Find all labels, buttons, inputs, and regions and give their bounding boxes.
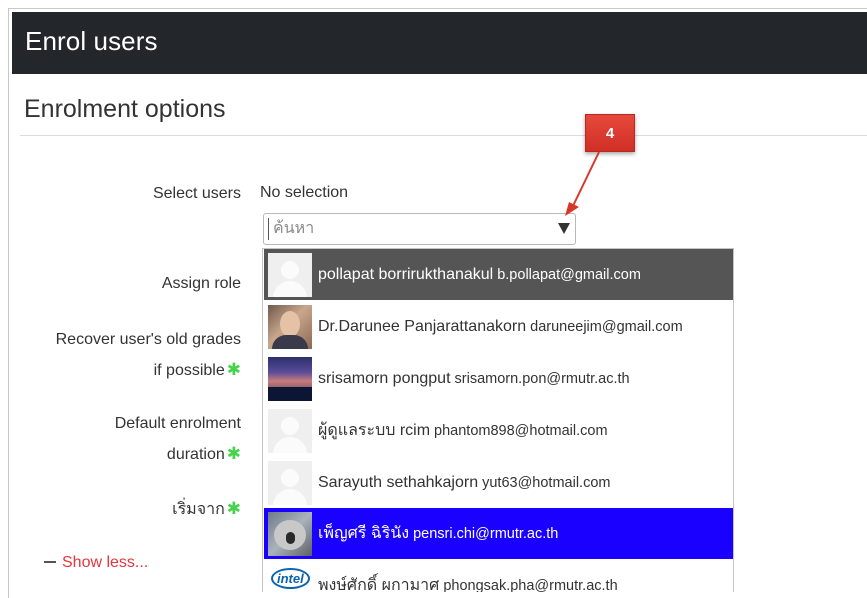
- user-option-email: pensri.chi@rmutr.ac.th: [413, 525, 559, 542]
- recover-grades-label: Recover user's old grades: [56, 327, 241, 353]
- default-duration-label-line2: duration: [166, 446, 225, 463]
- user-option-email: yut63@hotmail.com: [482, 474, 611, 491]
- default-avatar-icon: [268, 252, 312, 297]
- recover-grades-label-2: if possible ✱: [154, 357, 241, 384]
- required-icon: ✱: [226, 360, 241, 379]
- user-option-email: b.pollapat@gmail.com: [497, 266, 641, 283]
- user-option-email: phongsak.pha@rmutr.ac.th: [443, 577, 618, 593]
- user-option[interactable]: Dr.Darunee Panjarattanakorn daruneejim@g…: [264, 301, 733, 352]
- collapse-dash-icon: [44, 560, 56, 563]
- user-option-email: srisamorn.pon@rmutr.ac.th: [454, 370, 630, 387]
- default-avatar-icon: [268, 408, 312, 453]
- start-from-label: เริ่มจาก ✱: [172, 496, 241, 523]
- recover-grades-label-line2: if possible: [153, 362, 225, 379]
- default-avatar-icon: [268, 460, 312, 505]
- required-icon: ✱: [226, 499, 241, 518]
- user-option[interactable]: srisamorn pongput srisamorn.pon@rmutr.ac…: [264, 353, 733, 404]
- user-option-email: phantom898@hotmail.com: [434, 422, 608, 439]
- default-duration-label-2: duration ✱: [167, 441, 241, 468]
- user-option-name: พงษ์ศักดิ์ ผกามาศ: [318, 577, 440, 592]
- section-divider: [20, 135, 867, 136]
- user-option[interactable]: พงษ์ศักดิ์ ผกามาศ phongsak.pha@rmutr.ac.…: [264, 560, 733, 592]
- show-less-text: Show less...: [62, 554, 149, 571]
- user-photo-avatar: [268, 563, 312, 592]
- user-option-name: pollapat borrirukthanakul: [318, 265, 494, 283]
- default-duration-label-line1: Default enrolment: [114, 415, 241, 432]
- caret-down-icon[interactable]: [558, 223, 570, 234]
- user-option-name: Dr.Darunee Panjarattanakorn: [318, 317, 527, 335]
- show-less-link[interactable]: Show less...: [44, 554, 148, 572]
- callout-arrow-icon: [565, 151, 600, 216]
- user-option[interactable]: ผู้ดูแลระบบ rcim phantom898@hotmail.com: [264, 405, 733, 456]
- user-option[interactable]: Sarayuth sethahkajorn yut63@hotmail.com: [264, 457, 733, 508]
- step-callout-badge: 4: [585, 114, 635, 152]
- page-title: Enrol users: [25, 26, 158, 56]
- default-duration-label: Default enrolment: [115, 411, 241, 437]
- user-option-name: srisamorn pongput: [318, 369, 451, 387]
- user-option-email: daruneejim@gmail.com: [530, 318, 683, 335]
- user-option-name: Sarayuth sethahkajorn: [318, 473, 479, 491]
- section-title: Enrolment options: [24, 95, 226, 123]
- user-search-input[interactable]: [268, 218, 543, 240]
- user-option-name: ผู้ดูแลระบบ rcim: [318, 422, 431, 439]
- recover-grades-label-line1: Recover user's old grades: [55, 331, 241, 348]
- assign-role-label: Assign role: [161, 275, 241, 292]
- user-option[interactable]: pollapat borrirukthanakul b.pollapat@gma…: [264, 249, 733, 300]
- required-icon: ✱: [226, 444, 241, 463]
- user-photo-avatar: [268, 511, 312, 556]
- user-search-combobox[interactable]: [263, 213, 576, 245]
- user-photo-avatar: [268, 304, 312, 349]
- page-header: Enrol users: [12, 12, 867, 74]
- user-option[interactable]: เพ็ญศรี ฉิรินัง pensri.chi@rmutr.ac.th: [264, 508, 733, 559]
- select-users-label: Select users: [152, 185, 241, 202]
- user-option-name: เพ็ญศรี ฉิรินัง: [318, 525, 410, 542]
- user-suggestion-list: pollapat borrirukthanakul b.pollapat@gma…: [262, 248, 734, 592]
- no-selection-text: No selection: [260, 184, 349, 201]
- start-from-label-text: เริ่มจาก: [172, 501, 225, 518]
- user-photo-avatar: [268, 356, 312, 401]
